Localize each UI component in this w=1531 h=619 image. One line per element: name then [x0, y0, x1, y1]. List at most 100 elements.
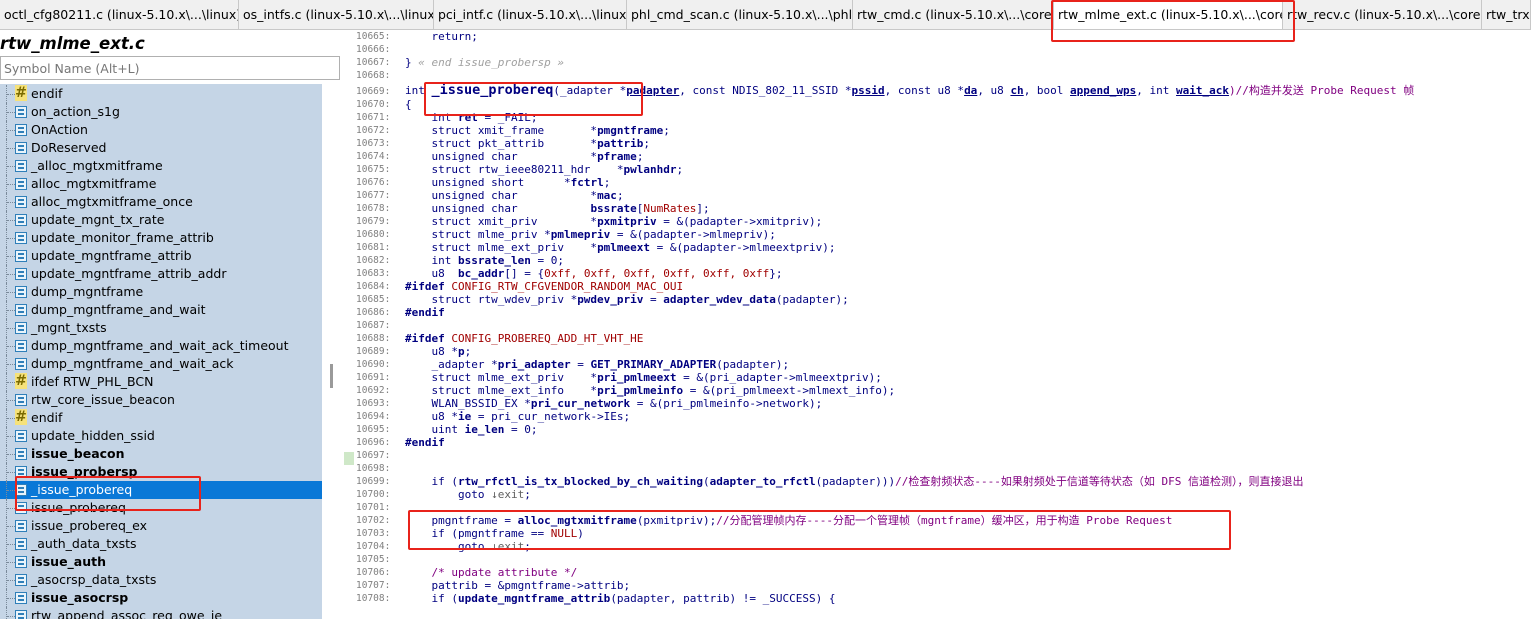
code-line[interactable]: int _issue_probereq(_adapter *padapter, …	[405, 82, 1414, 98]
symbol-item[interactable]: dump_mgntframe_and_wait	[0, 301, 322, 319]
symbol-item[interactable]: on_action_s1g	[0, 103, 322, 121]
symbol-list[interactable]: endif on_action_s1g OnAction DoReserved _all…	[0, 84, 322, 619]
code-line[interactable]: WLAN_BSSID_EX *pri_cur_network = &(pri_p…	[405, 397, 822, 410]
code-line[interactable]: } « end issue_probersp »	[405, 56, 564, 69]
code-token: struct mlme_priv *	[405, 228, 551, 241]
function-icon	[15, 466, 27, 478]
tab-4[interactable]: rtw_cmd.c (linux-5.10.x\...\core)	[853, 0, 1054, 29]
tab-0[interactable]: octl_cfg80211.c (linux-5.10.x\...\linux)…	[0, 0, 239, 29]
symbol-item[interactable]: _alloc_mgtxmitframe	[0, 157, 322, 175]
line-number: 10694:	[356, 411, 391, 422]
code-line[interactable]: unsigned char *mac;	[405, 189, 623, 202]
code-line[interactable]: int ret = _FAIL;	[405, 111, 537, 124]
code-line[interactable]: struct mlme_ext_priv *pmlmeext = &(padap…	[405, 241, 835, 254]
code-line[interactable]: unsigned short *fctrl;	[405, 176, 610, 189]
code-line[interactable]: {	[405, 98, 412, 111]
symbol-item[interactable]: rtw_append_assoc_req_owe_ie	[0, 607, 322, 619]
symbol-item[interactable]: update_mgnt_tx_rate	[0, 211, 322, 229]
symbol-item[interactable]: issue_probereq	[0, 499, 322, 517]
tab-1[interactable]: os_intfs.c (linux-5.10.x\...\linux)	[239, 0, 434, 29]
code-line[interactable]: #endif	[405, 436, 445, 449]
code-line[interactable]: int bssrate_len = 0;	[405, 254, 563, 267]
code-line[interactable]: pmgntframe = alloc_mgtxmitframe(pxmitpri…	[405, 514, 1172, 527]
symbol-item[interactable]: issue_probersp	[0, 463, 322, 481]
symbol-item[interactable]: issue_auth	[0, 553, 322, 571]
code-line[interactable]: goto ↓exit;	[405, 488, 531, 501]
symbol-item[interactable]: update_monitor_frame_attrib	[0, 229, 322, 247]
code-line[interactable]: #endif	[405, 306, 445, 319]
code-line[interactable]: goto ↓exit;	[405, 540, 531, 553]
line-number: 10697:	[356, 450, 391, 461]
symbol-item[interactable]: ifdef RTW_PHL_BCN	[0, 373, 322, 391]
tab-label: phl_cmd_scan.c (linux-5.10.x\...\phl)	[631, 7, 853, 22]
code-line[interactable]: uint ie_len = 0;	[405, 423, 537, 436]
code-line[interactable]: u8 *p;	[405, 345, 471, 358]
code-line[interactable]: struct xmit_priv *pxmitpriv = &(padapter…	[405, 215, 822, 228]
symbol-item[interactable]: update_mgntframe_attrib_addr	[0, 265, 322, 283]
symbol-item[interactable]: issue_beacon	[0, 445, 322, 463]
function-icon	[15, 358, 27, 370]
code-line[interactable]: struct mlme_ext_info *pri_pmlmeinfo = &(…	[405, 384, 895, 397]
code-token: , u8	[977, 84, 1011, 97]
code-line[interactable]: /* update attribute */	[405, 566, 577, 579]
symbol-search-input[interactable]	[0, 56, 340, 80]
symbol-item[interactable]: rtw_core_issue_beacon	[0, 391, 322, 409]
code-line[interactable]: _adapter *pri_adapter = GET_PRIMARY_ADAP…	[405, 358, 789, 371]
code-line[interactable]: struct xmit_frame *pmgntframe;	[405, 124, 669, 137]
symbol-item[interactable]: _auth_data_txsts	[0, 535, 322, 553]
code-line[interactable]: struct mlme_ext_priv *pri_pmlmeext = &(p…	[405, 371, 881, 384]
code-line[interactable]: struct mlme_priv *pmlmepriv = &(padapter…	[405, 228, 775, 241]
code-token: 0xff, 0xff, 0xff, 0xff, 0xff, 0xff	[544, 267, 770, 280]
symbol-item[interactable]: DoReserved	[0, 139, 322, 157]
code-line[interactable]: unsigned char *pframe;	[405, 150, 643, 163]
code-token: ;	[603, 176, 611, 189]
tab-7[interactable]: rtw_trx.c	[1482, 0, 1531, 29]
symbol-list-scrollbar[interactable]	[322, 84, 342, 619]
symbol-label: update_monitor_frame_attrib	[31, 230, 214, 245]
code-line[interactable]: return;	[405, 30, 477, 43]
code-line[interactable]: if (rtw_rfctl_is_tx_blocked_by_ch_waitin…	[405, 475, 1303, 488]
line-number: 10666:	[356, 44, 391, 55]
code-token: struct pkt_attrib *	[405, 137, 598, 150]
symbol-item[interactable]: _asocrsp_data_txsts	[0, 571, 322, 589]
tab-2[interactable]: pci_intf.c (linux-5.10.x\...\linux)	[434, 0, 627, 29]
code-token: u8 *	[405, 345, 458, 358]
symbol-item[interactable]: issue_probereq_ex	[0, 517, 322, 535]
symbol-item[interactable]: endif	[0, 85, 322, 103]
code-token: ;	[464, 345, 472, 358]
code-line[interactable]: struct pkt_attrib *pattrib;	[405, 137, 650, 150]
code-line[interactable]: if (update_mgntframe_attrib(padapter, pa…	[405, 592, 835, 605]
tab-5[interactable]: rtw_mlme_ext.c (linux-5.10.x\...\core)×	[1054, 0, 1283, 29]
symbol-item[interactable]: alloc_mgtxmitframe_once	[0, 193, 322, 211]
scrollbar-thumb[interactable]	[330, 364, 333, 388]
code-line[interactable]: if (pmgntframe == NULL)	[405, 527, 583, 540]
tab-3[interactable]: phl_cmd_scan.c (linux-5.10.x\...\phl)	[627, 0, 853, 29]
code-line[interactable]: u8 bc_addr[] = {0xff, 0xff, 0xff, 0xff, …	[405, 267, 782, 280]
symbol-item[interactable]: OnAction	[0, 121, 322, 139]
code-line[interactable]: struct rtw_ieee80211_hdr *pwlanhdr;	[405, 163, 683, 176]
symbol-item[interactable]: issue_asocrsp	[0, 589, 322, 607]
symbol-item[interactable]: _mgnt_txsts	[0, 319, 322, 337]
code-editor[interactable]: 10665: 10666: 10667: 10668: 10669: 10670: 1067…	[342, 30, 1531, 619]
function-icon	[15, 160, 27, 172]
symbol-item[interactable]: dump_mgntframe	[0, 283, 322, 301]
symbol-item[interactable]: update_mgntframe_attrib	[0, 247, 322, 265]
symbol-item[interactable]: _issue_probereq	[0, 481, 322, 499]
code-token: ;	[643, 137, 651, 150]
symbol-label: endif	[31, 410, 63, 425]
code-line[interactable]: #ifdef CONFIG_PROBEREQ_ADD_HT_VHT_HE	[405, 332, 643, 345]
code-line[interactable]: unsigned char bssrate[NumRates];	[405, 202, 709, 215]
code-token: int	[405, 254, 458, 267]
code-token: adapter_to_rfctl	[709, 475, 816, 488]
tab-6[interactable]: rtw_recv.c (linux-5.10.x\...\core)	[1283, 0, 1482, 29]
symbol-item[interactable]: dump_mgntframe_and_wait_ack	[0, 355, 322, 373]
code-line[interactable]: u8 *ie = pri_cur_network->IEs;	[405, 410, 630, 423]
symbol-item[interactable]: endif	[0, 409, 322, 427]
symbol-item[interactable]: alloc_mgtxmitframe	[0, 175, 322, 193]
code-line[interactable]: #ifdef CONFIG_RTW_CFGVENDOR_RANDOM_MAC_O…	[405, 280, 683, 293]
code-area[interactable]: return; } « end issue_probersp » int _issu…	[405, 30, 1531, 619]
code-line[interactable]: struct rtw_wdev_priv *pwdev_priv = adapt…	[405, 293, 848, 306]
code-line[interactable]: pattrib = &pmgntframe->attrib;	[405, 579, 630, 592]
symbol-item[interactable]: dump_mgntframe_and_wait_ack_timeout	[0, 337, 322, 355]
symbol-item[interactable]: update_hidden_ssid	[0, 427, 322, 445]
